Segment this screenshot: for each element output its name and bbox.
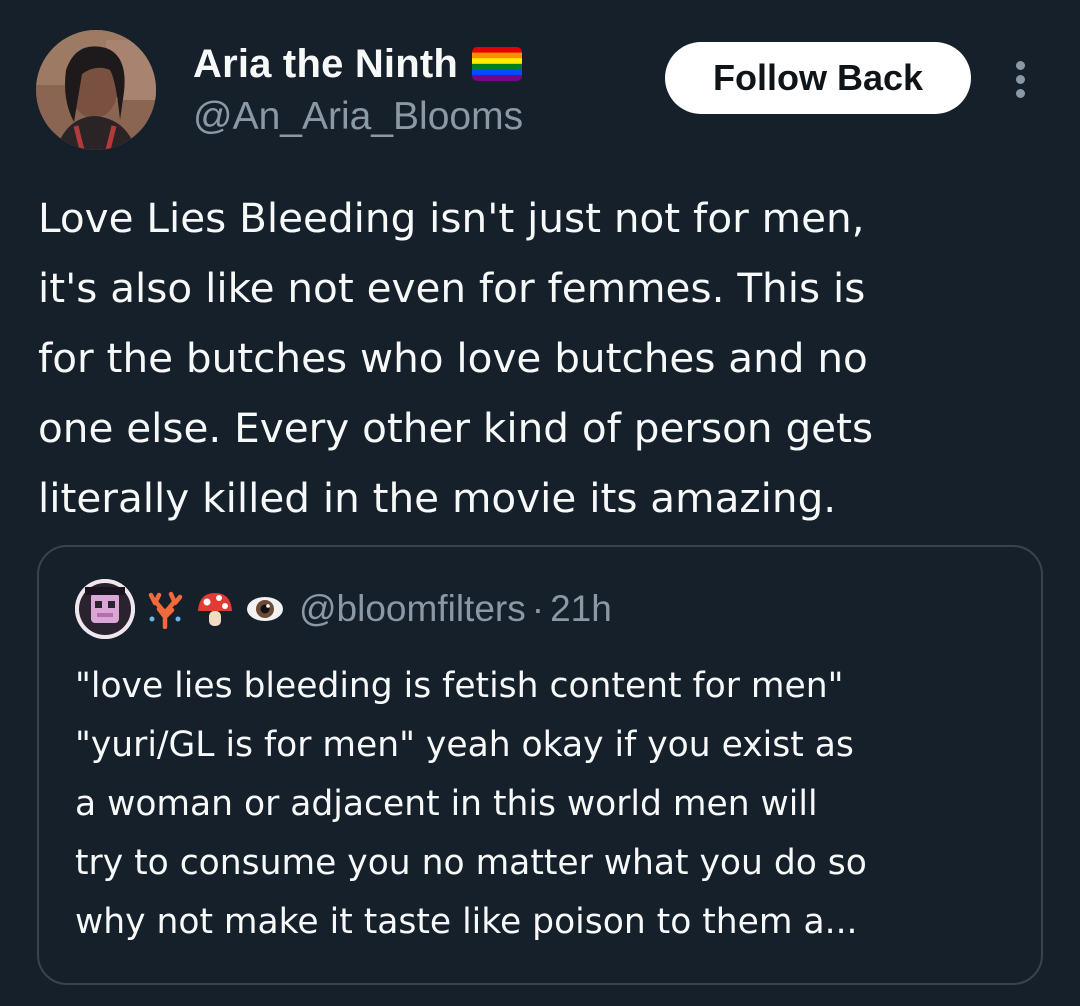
author-avatar[interactable] bbox=[36, 30, 156, 150]
mushroom-emoji-icon bbox=[195, 589, 235, 629]
separator-dot: · bbox=[531, 588, 545, 629]
more-vertical-icon bbox=[1015, 60, 1025, 70]
quoted-tweet-card[interactable]: @bloomfilters · 21h "love lies bleeding … bbox=[37, 545, 1043, 985]
tweet-text-line: one else. Every other kind of person get… bbox=[38, 404, 874, 452]
quoted-author-avatar[interactable] bbox=[75, 579, 135, 639]
rainbow-pride-flag-icon bbox=[472, 47, 523, 81]
quoted-tweet-text: "love lies bleeding is fetish content fo… bbox=[75, 657, 1035, 952]
author-handle[interactable]: @An_Aria_Blooms bbox=[193, 95, 523, 139]
tweet-text-line: Love Lies Bleeding isn't just not for me… bbox=[38, 194, 865, 242]
more-options-button[interactable] bbox=[1002, 54, 1038, 104]
quoted-author-handle[interactable]: @bloomfilters bbox=[299, 588, 526, 630]
author-display-name[interactable]: Aria the Ninth bbox=[193, 42, 458, 87]
quoted-text-line: "love lies bleeding is fetish content fo… bbox=[75, 666, 844, 706]
eye-emoji-icon bbox=[245, 589, 285, 629]
coral-emoji-icon bbox=[145, 589, 185, 630]
tweet-text-line: literally killed in the movie its amazin… bbox=[38, 474, 837, 522]
quoted-text-line: try to consume you no matter what you do… bbox=[75, 843, 867, 883]
follow-back-button[interactable]: Follow Back bbox=[665, 42, 971, 114]
more-vertical-icon-dot bbox=[1015, 88, 1025, 98]
quoted-text-line: a woman or adjacent in this world men wi… bbox=[75, 784, 818, 824]
quoted-text-line: "yuri/GL is for men" yeah okay if you ex… bbox=[75, 725, 854, 765]
tweet-text-line: it's also like not even for femmes. This… bbox=[38, 264, 866, 312]
quoted-tweet-timestamp[interactable]: 21h bbox=[550, 588, 612, 630]
quoted-tweet-header: @bloomfilters · 21h bbox=[75, 577, 612, 641]
tweet-text: Love Lies Bleeding isn't just not for me… bbox=[38, 183, 1058, 533]
quoted-text-line: why not make it taste like poison to the… bbox=[75, 902, 858, 942]
author-name-row: Aria the Ninth bbox=[193, 38, 523, 90]
tweet-text-line: for the butches who love butches and no bbox=[38, 334, 868, 382]
more-vertical-icon-dot bbox=[1015, 74, 1025, 84]
